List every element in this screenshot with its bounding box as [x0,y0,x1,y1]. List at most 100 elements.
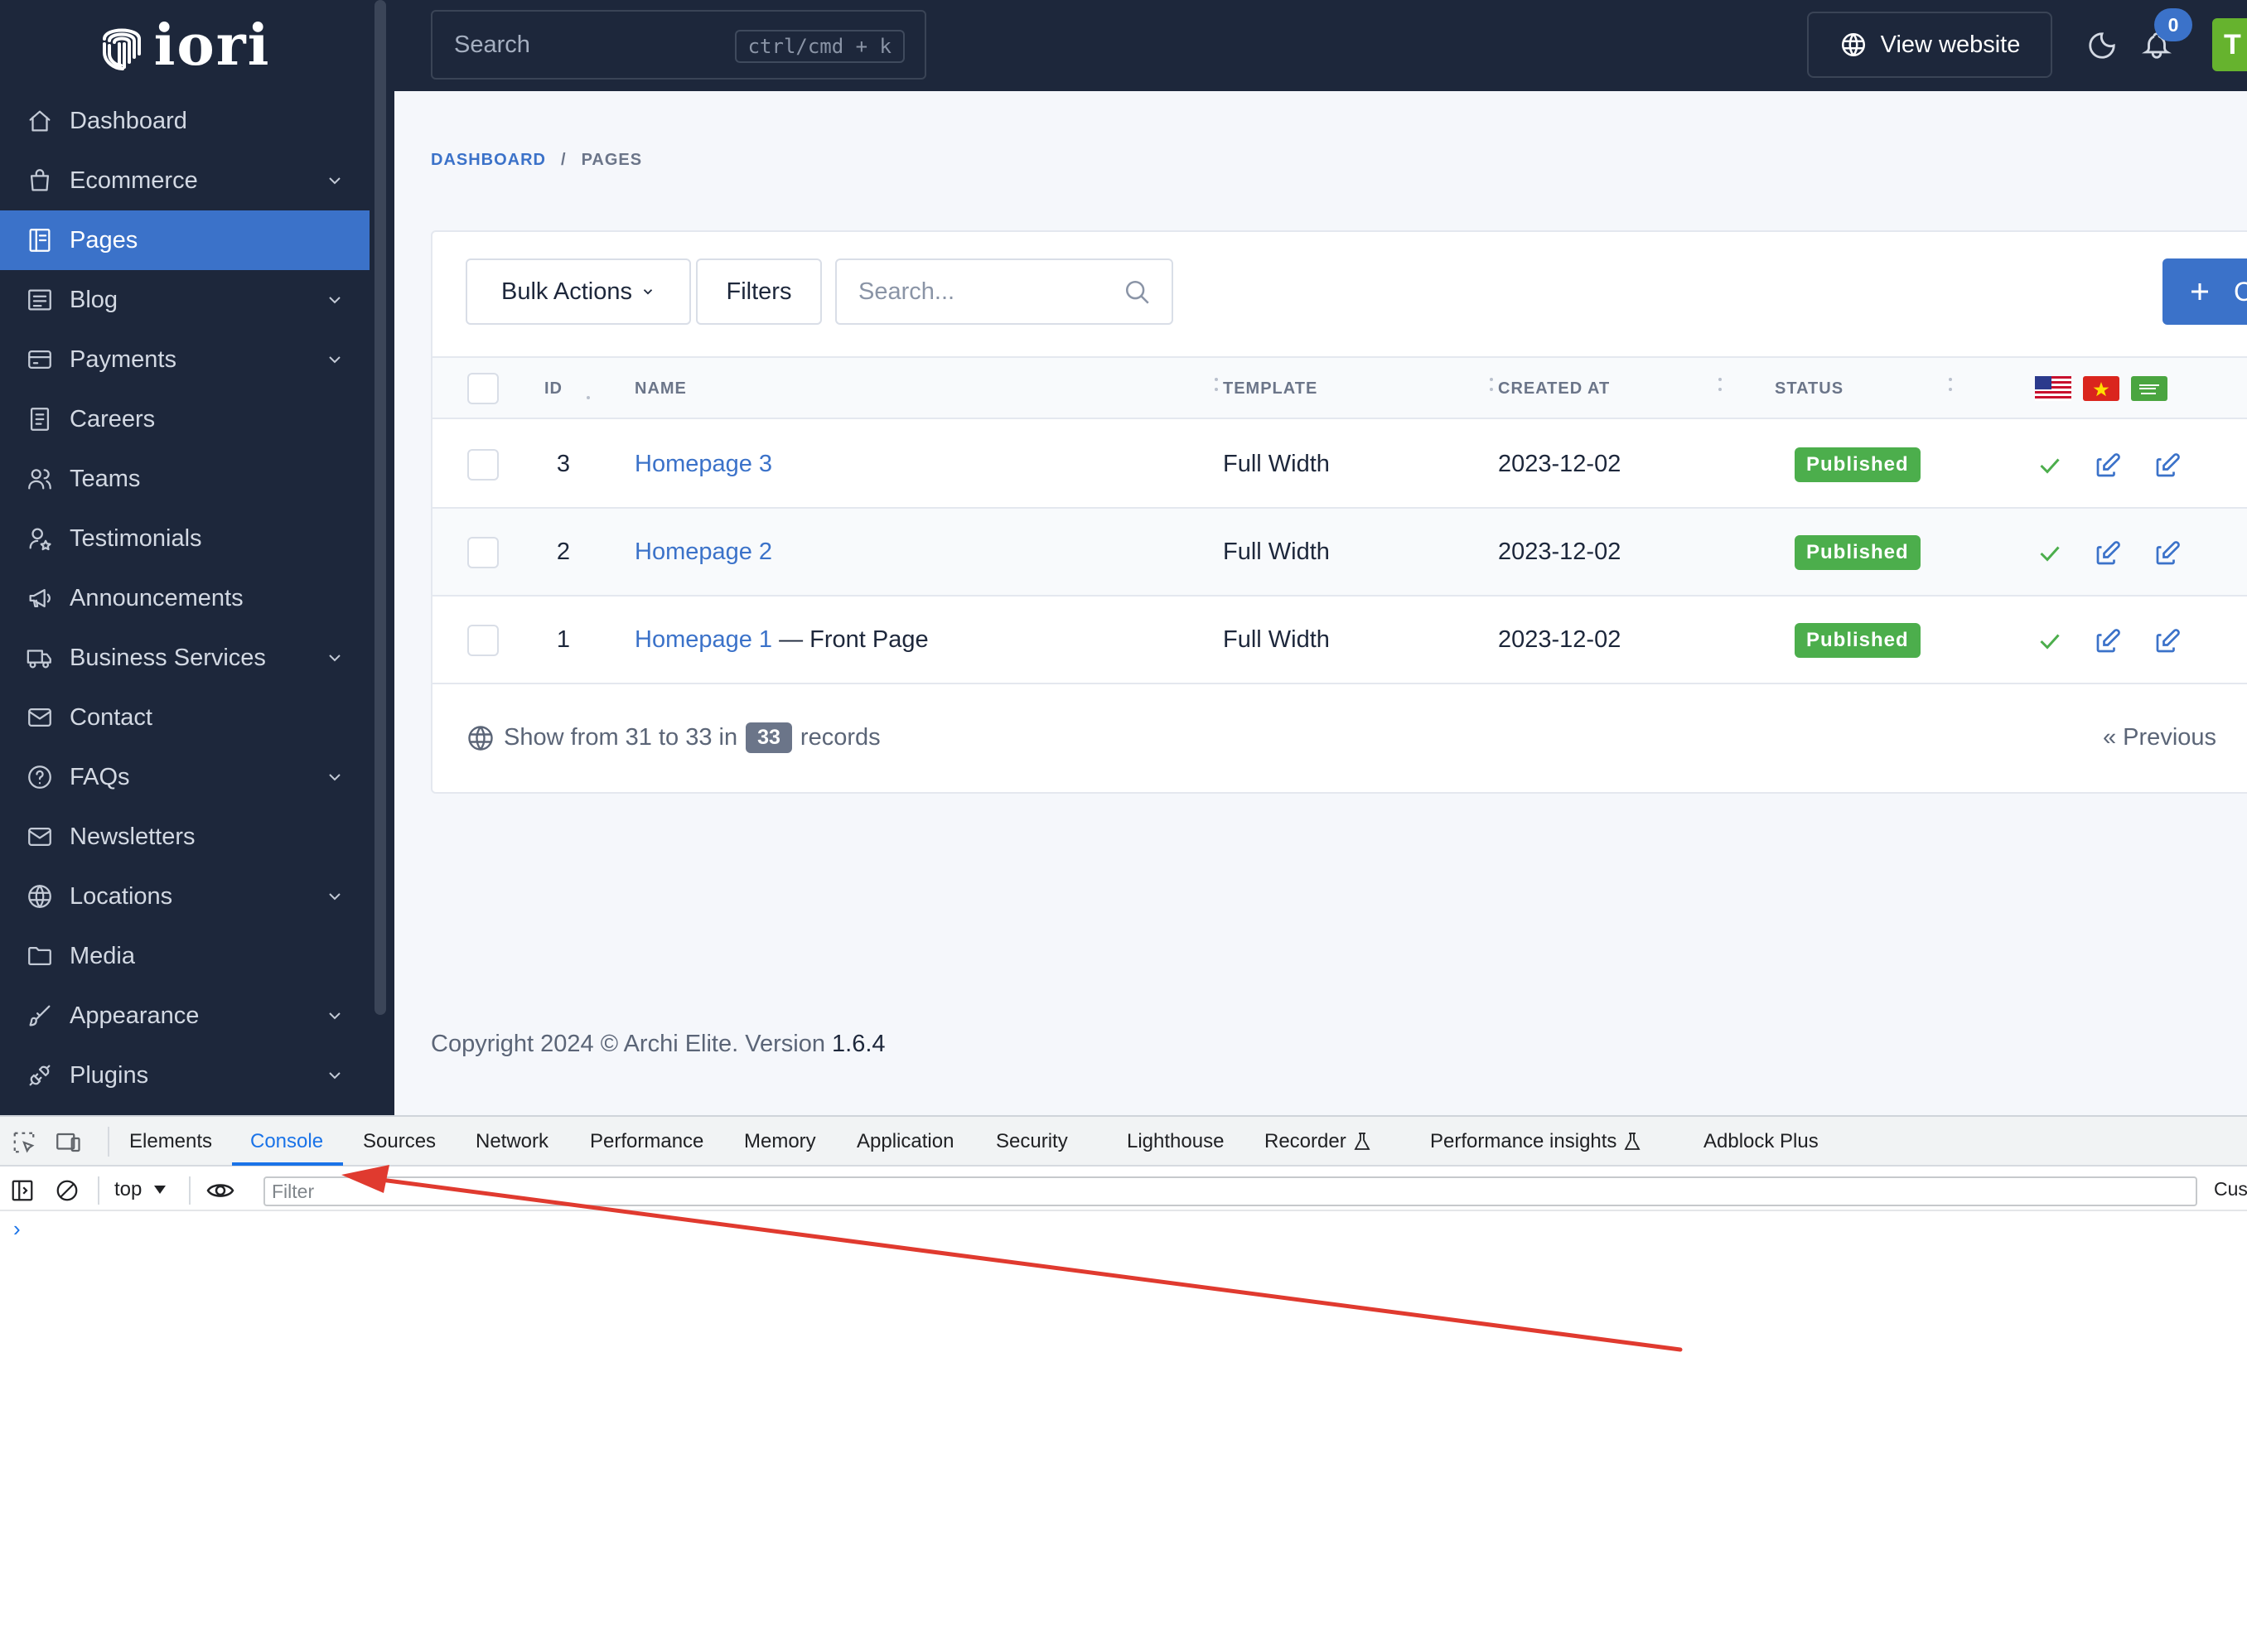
devtools-tab-label: Memory [744,1130,816,1152]
devtools-panel: Elements Console Sources Network Performance… [0,1115,2247,1652]
edit-translation-icon[interactable] [2093,451,2123,481]
page-title-link[interactable]: Homepage 2 [635,539,772,565]
sidebar-item-appearance[interactable]: Appearance [0,986,370,1046]
devtools-tab-label: Network [476,1130,549,1152]
edit-translation-icon[interactable] [2153,539,2182,568]
previous-page-link[interactable]: « Previous [2103,724,2216,751]
sidebar-item-blog[interactable]: Blog [0,270,370,330]
column-header-template[interactable]: TEMPLATE [1223,379,1317,399]
sidebar-item-payments[interactable]: Payments [0,330,370,389]
records-count: Show from 31 to 33 in 33 records [466,722,881,753]
row-template: Full Width [1223,451,1330,477]
console-prompt[interactable]: › [13,1216,21,1242]
sidebar-item-label: Payments [70,345,176,373]
create-button[interactable]: C [2162,258,2247,325]
row-checkbox[interactable] [467,449,499,481]
devtools-tab-adblock-plus[interactable]: Adblock Plus [1703,1130,1819,1153]
devtools-tab-label: Sources [363,1130,437,1152]
sidebar-item-faqs[interactable]: FAQs [0,747,370,807]
bulk-actions-label: Bulk Actions [501,278,632,305]
sidebar-item-pages[interactable]: Pages [0,210,370,270]
page-title-link[interactable]: Homepage 3 [635,451,772,477]
global-search-input[interactable]: Search ctrl/cmd + k [431,10,926,80]
user-avatar[interactable]: T [2212,18,2247,71]
check-icon[interactable] [2035,539,2065,568]
chevron-down-icon [643,289,653,295]
device-toolbar-icon[interactable] [55,1130,83,1155]
breadcrumb-dashboard-link[interactable]: DASHBOARD [431,151,546,170]
devtools-tab-label: Lighthouse [1127,1130,1225,1152]
context-selector[interactable]: top [114,1178,167,1201]
column-header-status[interactable]: STATUS [1775,379,1844,399]
experiment-flask-icon [1354,1133,1370,1150]
clear-console-icon[interactable] [55,1178,80,1203]
sidebar-item-label: Announcements [70,584,244,611]
edit-translation-icon[interactable] [2153,626,2182,656]
logo[interactable]: iori [0,0,370,91]
fingerprint-logo-icon [102,28,141,70]
sidebar-item-plugins[interactable]: Plugins [0,1046,370,1105]
edit-translation-icon[interactable] [2093,626,2123,656]
column-header-name[interactable]: NAME [635,379,687,399]
table-search-input[interactable]: Search... [835,258,1173,325]
saudi-flag-icon[interactable] [2131,376,2167,401]
column-header-created-at[interactable]: CREATED AT [1498,379,1610,399]
inspect-element-icon[interactable] [12,1130,36,1155]
row-id: 3 [556,451,571,477]
chevron-down-icon [329,177,341,185]
filters-button[interactable]: Filters [696,258,822,325]
sidebar-item-business-services[interactable]: Business Services [0,628,370,688]
page-title-link[interactable]: Homepage 1 [635,626,772,653]
sidebar-item-locations[interactable]: Locations [0,867,370,926]
sidebar-scrollbar[interactable] [374,0,386,1015]
devtools-tab-network[interactable]: Network [476,1130,548,1153]
sidebar-item-ecommerce[interactable]: Ecommerce [0,151,370,210]
bulk-actions-button[interactable]: Bulk Actions [466,258,691,325]
edit-translation-icon[interactable] [2093,539,2123,568]
row-name: Homepage 3 [635,451,772,478]
check-icon[interactable] [2035,451,2065,481]
devtools-tab-lighthouse[interactable]: Lighthouse [1127,1130,1224,1153]
devtools-tab-elements[interactable]: Elements [129,1130,212,1153]
view-website-button[interactable]: View website [1807,12,2052,78]
sidebar-item-dashboard[interactable]: Dashboard [0,91,370,151]
devtools-tab-performance-insights[interactable]: Performance insights [1430,1130,1641,1153]
sidebar-item-announcements[interactable]: Announcements [0,568,370,628]
breadcrumb-current: PAGES [581,151,643,169]
sidebar-toggle-icon[interactable] [10,1178,35,1203]
console-filter-input[interactable]: Filter [263,1176,2197,1206]
row-id: 1 [556,626,571,653]
moon-icon[interactable] [2086,30,2118,61]
row-checkbox[interactable] [467,625,499,656]
us-flag-icon[interactable] [2035,376,2071,401]
custom-levels-dropdown[interactable]: Cus [2214,1178,2247,1200]
devtools-tab-memory[interactable]: Memory [744,1130,816,1153]
breadcrumb-separator: / [561,151,567,169]
sidebar-item-teams[interactable]: Teams [0,449,370,509]
table-header: ID NAME TEMPLATE CREATED AT STATUS [432,356,2247,419]
topbar: Search ctrl/cmd + k View website 0 T [394,0,2247,91]
devtools-tab-security[interactable]: Security [996,1130,1068,1153]
edit-translation-icon[interactable] [2153,451,2182,481]
column-header-id[interactable]: ID [544,379,563,399]
devtools-tab-console[interactable]: Console [250,1130,323,1153]
sidebar-item-careers[interactable]: Careers [0,389,370,449]
filters-label: Filters [726,278,792,305]
shopping-bag-icon [25,166,55,196]
sidebar-item-testimonials[interactable]: Testimonials [0,509,370,568]
row-checkbox[interactable] [467,537,499,568]
view-website-label: View website [1880,31,2021,58]
devtools-tab-recorder[interactable]: Recorder [1264,1130,1371,1153]
check-icon[interactable] [2035,626,2065,656]
eye-icon[interactable] [205,1178,235,1203]
devtools-tab-performance[interactable]: Performance [590,1130,703,1153]
globe-icon [25,882,55,911]
select-all-checkbox[interactable] [467,373,499,404]
vietnam-flag-icon[interactable] [2083,376,2119,401]
sidebar-item-newsletters[interactable]: Newsletters [0,807,370,867]
active-tab-indicator [232,1162,343,1166]
sidebar-item-contact[interactable]: Contact [0,688,370,747]
devtools-tab-application[interactable]: Application [857,1130,954,1153]
sidebar-item-media[interactable]: Media [0,926,370,986]
devtools-tab-sources[interactable]: Sources [363,1130,436,1153]
